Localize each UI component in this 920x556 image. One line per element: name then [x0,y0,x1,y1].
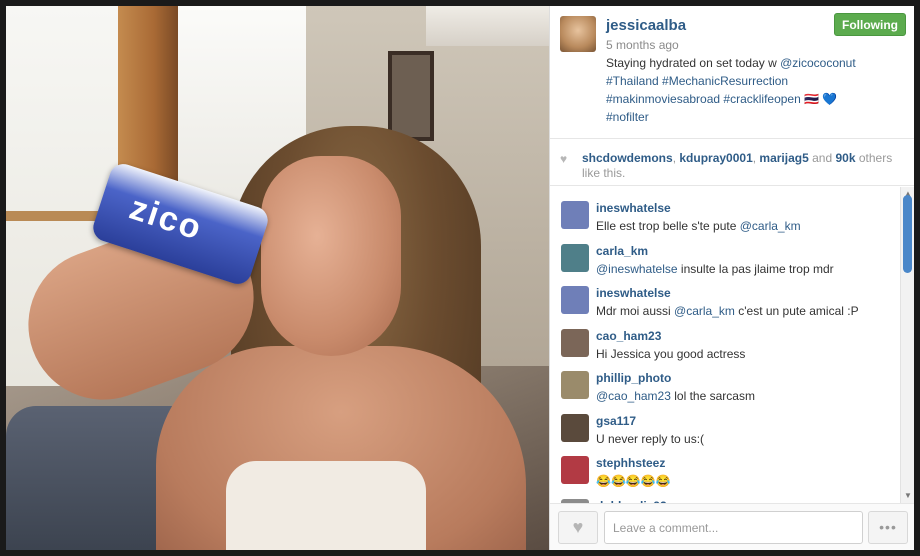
comment-body: Hi Jessica you good actress [596,346,746,361]
avatar[interactable] [560,16,596,52]
like-button[interactable]: ♥ [558,511,598,544]
comment-body: U never reply to us:( [596,431,705,446]
caption-hashtags[interactable]: #makinmoviesabroad #cracklifeopen [606,92,801,106]
comment-username[interactable]: stephhsteez [596,456,665,470]
comment-item: cao_ham23 Hi Jessica you good actress [550,323,900,365]
comment-item: phillip_photo @cao_ham23 lol the sarcasm [550,365,900,407]
caption-text: Staying hydrated on set today w [606,56,777,70]
likes-summary: ♥ shcdowdemons, kdupray0001, marijag5 an… [550,139,914,186]
liker-link[interactable]: marijag5 [759,151,808,165]
comment-item: gsa117 U never reply to us:( [550,408,900,450]
comment-list[interactable]: ineswhatelse Elle est trop belle s'te put… [550,187,914,503]
likes-count[interactable]: 90k [836,151,856,165]
avatar[interactable] [561,413,589,442]
person-face [261,156,401,356]
comment-text: U never reply to us:( [596,432,704,446]
comment-mention[interactable]: @ineswhatelse [596,262,678,276]
comment-body: insulte la pas jlaime trop mdr [677,261,834,276]
following-button[interactable]: Following [834,13,906,36]
comment-item: doblondie92 [550,493,900,503]
post-modal: zico jessicaalba 5 months ago Following … [6,6,914,550]
comment-username[interactable]: carla_km [596,244,648,258]
wall-picture-frame [388,51,434,141]
post-header: jessicaalba 5 months ago Following Stayi… [550,6,914,139]
post-photo[interactable]: zico [6,6,549,550]
avatar[interactable] [561,328,589,357]
caption-mention[interactable]: @zicococonut [780,56,856,70]
carton-logo: zico [125,188,208,248]
avatar[interactable] [561,243,589,272]
comment-mention[interactable]: @carla_km [740,219,801,233]
comment-username[interactable]: phillip_photo [596,371,671,385]
comment-item: stephhsteez 😂😂😂😂😂 [550,450,900,492]
comment-item: ineswhatelse Mdr moi aussi @carla_km c'es… [550,280,900,322]
avatar[interactable] [561,456,589,484]
liker-link[interactable]: shcdowdemons [582,151,673,165]
comment-text: @ineswhatelse insulte la pas jlaime trop… [596,262,834,276]
comment-body: Elle est trop belle s'te pute [596,219,740,233]
avatar[interactable] [561,286,589,314]
post-caption: Staying hydrated on set today w @zicococ… [606,54,896,126]
comment-mention[interactable]: @cao_ham23 [596,389,671,403]
light-fixture [426,6,549,46]
scroll-down-icon[interactable]: ▼ [903,491,913,501]
heart-icon: ♥ [560,152,568,166]
comment-item: ineswhatelse Elle est trop belle s'te put… [550,195,900,237]
avatar[interactable] [561,201,589,229]
more-icon: ••• [879,519,897,535]
caption-hashtags[interactable]: #Thailand #MechanicResurrection [606,74,788,88]
post-username[interactable]: jessicaalba [606,17,686,34]
comment-text: Hi Jessica you good actress [596,347,745,361]
comment-scrollbar[interactable]: ▲ ▼ [900,187,914,503]
scroll-thumb[interactable] [903,195,912,273]
liker-link[interactable]: kdupray0001 [679,151,752,165]
comment-mention[interactable]: @carla_km [674,304,735,318]
comment-username[interactable]: gsa117 [596,414,636,428]
person-top [226,461,426,550]
comment-body: Mdr moi aussi [596,304,675,318]
comment-username[interactable]: ineswhatelse [596,286,671,300]
comment-text: 😂😂😂😂😂 [596,474,671,488]
comment-body: 😂😂😂😂😂 [596,474,671,488]
comment-item: carla_km @ineswhatelse insulte la pas jla… [550,238,900,280]
heart-icon: ♥ [572,517,584,537]
avatar[interactable] [561,371,589,399]
comment-input[interactable] [604,511,863,544]
comment-composer: ♥ ••• [550,503,914,550]
comment-text: Mdr moi aussi @carla_km c'est un pute am… [596,304,859,318]
caption-hashtags[interactable]: #nofilter [606,110,649,124]
comment-username[interactable]: cao_ham23 [596,329,661,343]
post-timestamp[interactable]: 5 months ago [606,38,679,52]
post-sidebar: jessicaalba 5 months ago Following Stayi… [549,6,914,550]
caption-emoji: 🇹🇭 💙 [804,92,838,106]
more-options-button[interactable]: ••• [868,511,908,544]
comment-text: Elle est trop belle s'te pute @carla_km [596,219,801,233]
likes-and: and [812,151,833,165]
comment-username[interactable]: ineswhatelse [596,201,671,215]
comment-text: @cao_ham23 lol the sarcasm [596,389,755,403]
comment-body: c'est un pute amical :P [734,304,859,318]
comment-body: lol the sarcasm [670,389,755,403]
